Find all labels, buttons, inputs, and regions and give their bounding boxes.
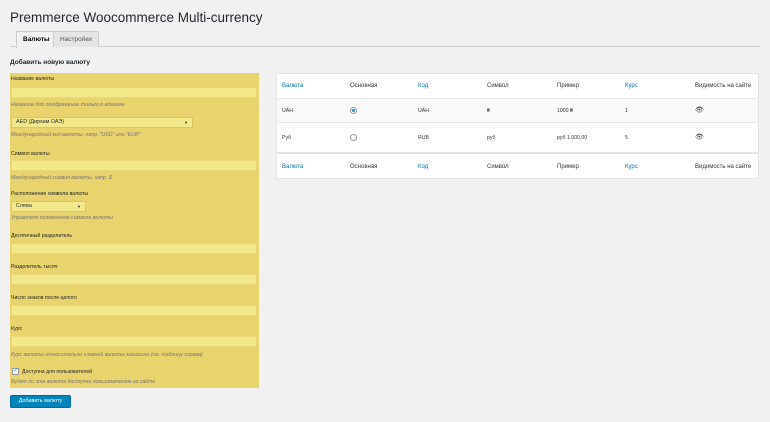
- column-header-example: Пример: [557, 83, 579, 89]
- row-rate: 1: [625, 107, 628, 114]
- available-label: Доступна для пользователей: [22, 369, 93, 375]
- rate-input[interactable]: [11, 336, 257, 347]
- code-hint: Международный код валюты, напр. "USD" ил…: [11, 132, 141, 138]
- row-code: RUB: [418, 134, 429, 141]
- currency-table: Валюта Основная Код Символ Пример Курс В…: [276, 73, 759, 179]
- code-select-value: AED (Дирхам ОАЭ): [16, 119, 65, 125]
- decimal-label: Десятичный разделитель: [11, 233, 73, 239]
- add-currency-form: Название валюты Название для отображение…: [10, 73, 259, 388]
- table-row: Руб RUB руб руб 1.000,00 5 👁: [277, 123, 758, 153]
- row-main-radio[interactable]: [350, 123, 357, 152]
- radio-empty-icon: [350, 134, 357, 141]
- table-row: UAH UAH ₴ 1000 ₴ 1 👁: [277, 99, 758, 123]
- page-title: Premmerce Woocommerce Multi-currency: [10, 10, 263, 25]
- radio-selected-icon: [350, 107, 357, 114]
- chevron-down-icon: ▼: [77, 204, 81, 209]
- tab-bar: Валюты Настройки: [10, 30, 760, 48]
- decimals-input[interactable]: [11, 305, 257, 316]
- tab-settings[interactable]: Настройки: [53, 31, 99, 47]
- column-footer-symbol: Символ: [487, 163, 509, 170]
- eye-icon[interactable]: 👁: [695, 99, 755, 122]
- tab-currencies[interactable]: Валюты: [16, 31, 57, 48]
- column-footer-rate[interactable]: Курс: [625, 154, 638, 179]
- position-hint: Управляет положением символа валюты: [11, 215, 114, 221]
- name-input[interactable]: [11, 87, 257, 98]
- table-footer: Валюта Основная Код Символ Пример Курс В…: [277, 153, 758, 179]
- row-code: UAH: [418, 107, 429, 114]
- row-example: 1000 ₴: [557, 107, 573, 114]
- table-header: Валюта Основная Код Символ Пример Курс В…: [277, 74, 758, 99]
- column-header-currency[interactable]: Валюта: [282, 74, 303, 98]
- column-footer-main: Основная: [350, 163, 378, 170]
- row-example: руб 1.000,00: [557, 134, 588, 141]
- decimals-label: Число знаков после целого: [11, 295, 77, 301]
- row-rate: 5: [625, 134, 628, 141]
- row-symbol: ₴: [487, 107, 490, 114]
- column-footer-code[interactable]: Код: [418, 154, 428, 179]
- rate-hint: Курс валюты относительно главной валюты …: [11, 352, 203, 358]
- name-label: Название валюты: [11, 76, 55, 82]
- thousand-label: Разделитель тысяч: [11, 264, 58, 270]
- position-label: Расположение символа валюты: [11, 191, 89, 197]
- symbol-label: Символ валюты: [11, 151, 50, 157]
- column-header-visibility: Видимость на сайте: [695, 83, 752, 89]
- column-footer-example: Пример: [557, 163, 579, 170]
- column-header-symbol: Символ: [487, 83, 509, 89]
- column-header-rate[interactable]: Курс: [625, 74, 638, 98]
- name-hint: Название для отображение только в админк…: [11, 102, 125, 108]
- column-header-code[interactable]: Код: [418, 74, 428, 98]
- section-title: Добавить новую валюту: [10, 59, 90, 66]
- thousand-input[interactable]: [11, 274, 257, 285]
- row-main-radio[interactable]: [350, 99, 357, 122]
- available-hint: Будет ли эта валюта доступна пользовател…: [11, 379, 156, 385]
- column-footer-visibility: Видимость на сайте: [695, 163, 752, 170]
- add-currency-button[interactable]: Добавить валюту: [10, 395, 71, 408]
- chevron-down-icon: ▼: [184, 120, 188, 125]
- column-header-main: Основная: [350, 83, 378, 89]
- column-footer-currency[interactable]: Валюта: [282, 154, 303, 179]
- row-symbol: руб: [487, 134, 496, 141]
- eye-icon[interactable]: 👁: [695, 123, 755, 152]
- position-select-value: Слева: [16, 203, 32, 209]
- row-currency: Руб: [282, 134, 292, 141]
- symbol-hint: Международный символ валюты, напр. $: [11, 175, 112, 181]
- row-currency: UAH: [282, 107, 293, 114]
- checkmark-icon: ✓: [13, 368, 19, 374]
- decimal-input[interactable]: [11, 243, 257, 254]
- rate-label: Курс: [11, 326, 23, 332]
- code-select[interactable]: AED (Дирхам ОАЭ) ▼: [11, 117, 193, 128]
- position-select[interactable]: Слева ▼: [11, 201, 86, 212]
- available-checkbox[interactable]: ✓: [12, 368, 19, 375]
- symbol-input[interactable]: [11, 160, 257, 171]
